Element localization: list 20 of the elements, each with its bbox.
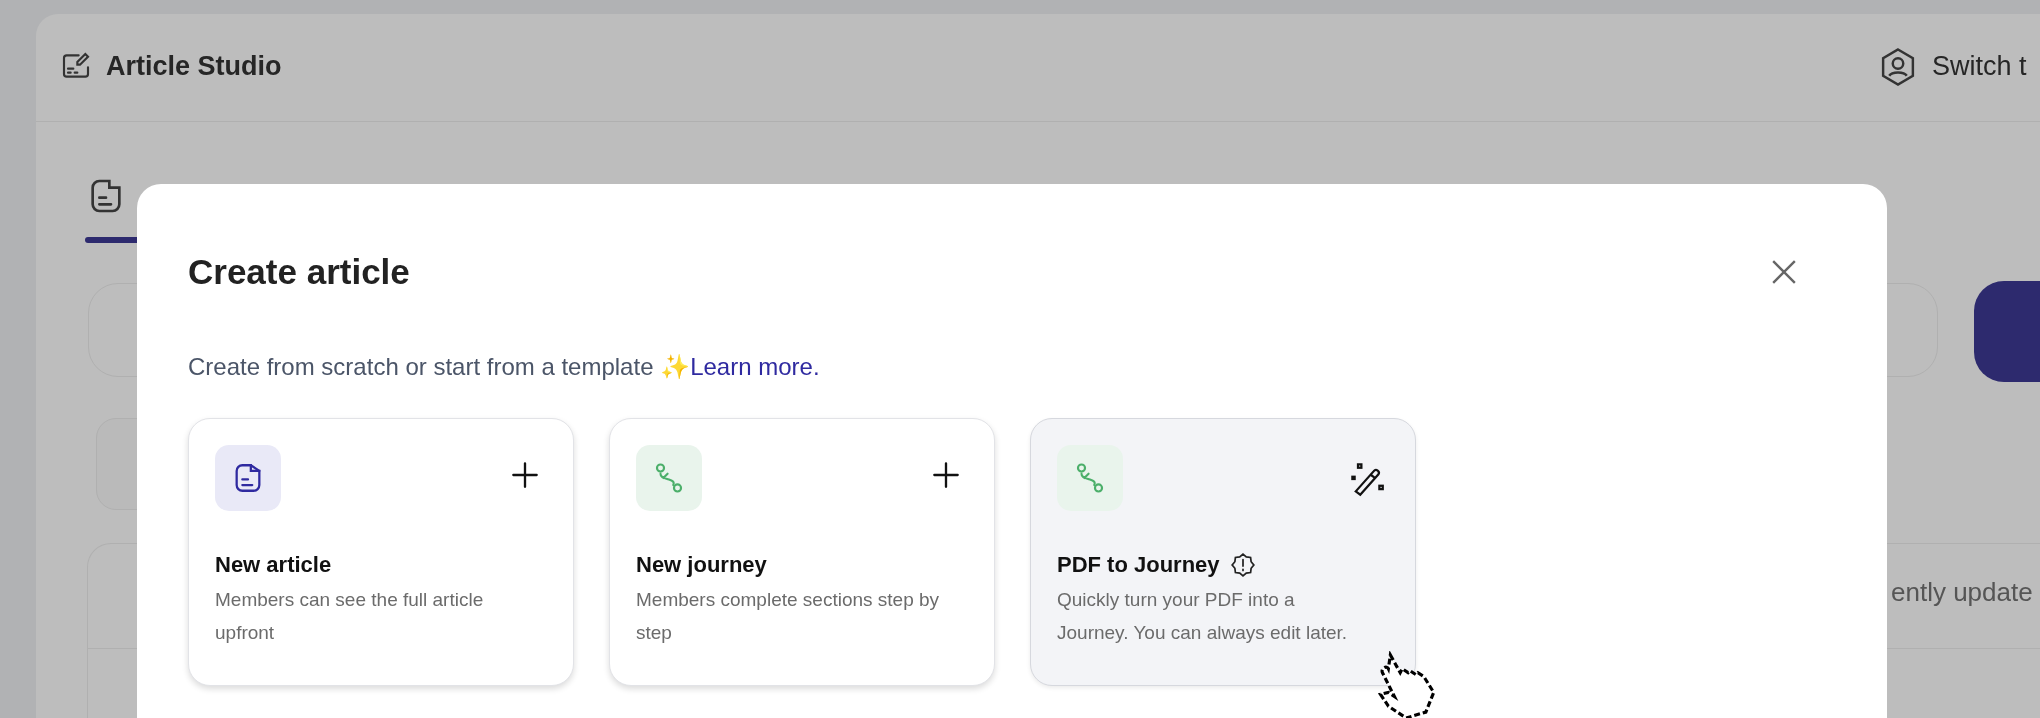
- learn-more-link[interactable]: Learn more.: [690, 353, 820, 380]
- app-title: Article Studio: [106, 50, 282, 82]
- plus-icon[interactable]: [932, 461, 960, 489]
- magic-wand-icon[interactable]: [1349, 461, 1385, 497]
- card-title: New journey: [636, 551, 767, 579]
- dialog-subtitle: Create from scratch or start from a template ✨Learn more.: [188, 352, 821, 382]
- option-card[interactable]: New article Members can see the full article upfront: [188, 418, 574, 686]
- card-title: New article: [215, 551, 332, 579]
- option-card[interactable]: New journey Members complete sections step by step: [609, 418, 995, 686]
- card-title: PDF to Journey: [1057, 551, 1220, 579]
- column-header: ently update: [1891, 576, 2033, 608]
- option-card[interactable]: PDF to Journey Quickly turn your PDF into a Journey. You can always edit later.: [1030, 418, 1416, 686]
- plus-icon[interactable]: [511, 461, 539, 489]
- card-description: Quickly turn your PDF into a Journey. You can always edit later.: [1057, 588, 1349, 645]
- close-icon[interactable]: [1771, 259, 1797, 285]
- card-description: Members can see the full article upfront: [215, 588, 485, 645]
- dialog-title: Create article: [188, 251, 410, 293]
- card-description: Members complete sections step by step: [636, 588, 941, 645]
- create-button[interactable]: [1974, 281, 2040, 382]
- switch-link[interactable]: Switch t: [1932, 50, 2027, 82]
